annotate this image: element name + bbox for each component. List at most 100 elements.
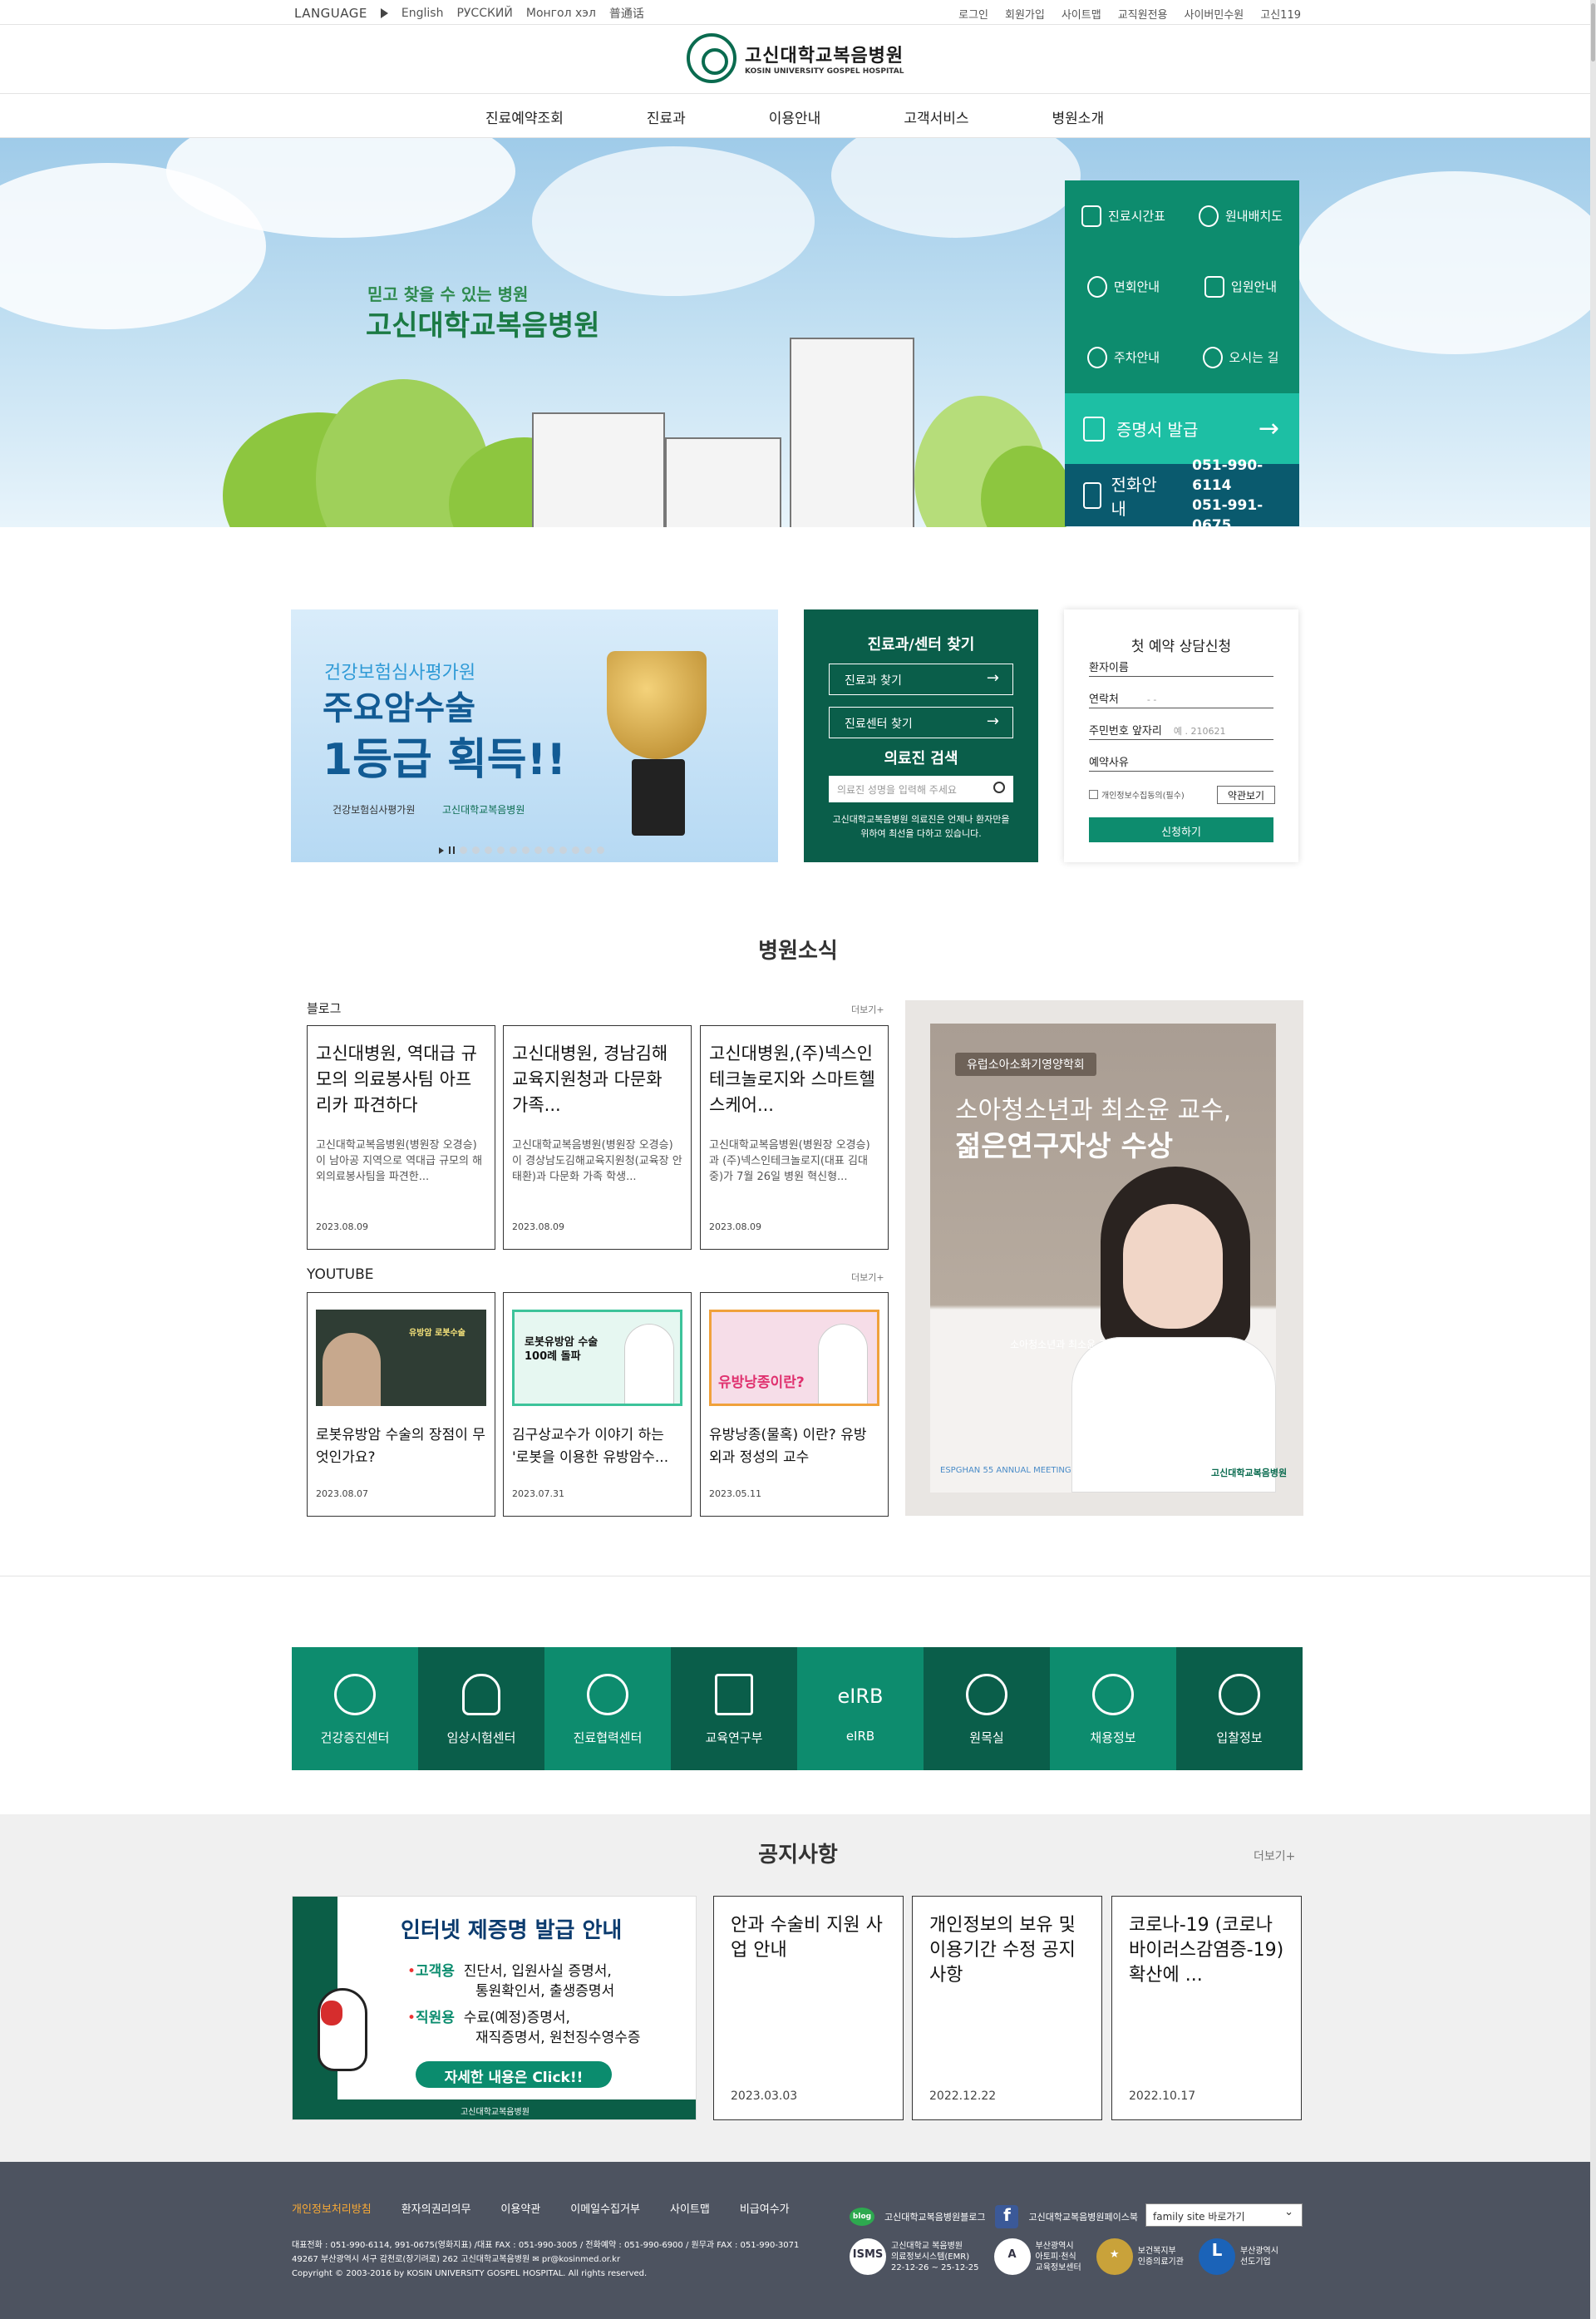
search-icon[interactable] (993, 782, 1005, 793)
blog-card[interactable]: 고신대병원, 역대급 규모의 의료봉사팀 아프리카 파견하다 고신대학교복음병원… (307, 1025, 495, 1250)
find-center-button[interactable]: 진료센터 찾기 → (829, 707, 1013, 738)
carousel-dot[interactable] (572, 846, 579, 854)
youtube-more-link[interactable]: 더보기+ (851, 1271, 884, 1284)
notice-card[interactable]: 코로나-19 (코로나바이러스감염증-19) 확산에 ... 2022.10.1… (1111, 1896, 1302, 2120)
featured-line1: 소아청소년과 최소윤 교수, (955, 1096, 1232, 1125)
quick-menu-label: 입찰정보 (1216, 1730, 1263, 1745)
privacy-policy-link[interactable]: 개인정보처리방침 (292, 2200, 372, 2216)
blog-card-title: 고신대병원, 역대급 규모의 의료봉사팀 아프리카 파견하다 (316, 1044, 477, 1115)
quick-schedule[interactable]: 진료시간표 (1065, 180, 1182, 251)
pause-icon[interactable] (449, 846, 455, 854)
certificate-button[interactable]: 증명서 발급 → (1065, 393, 1299, 464)
carousel-dot[interactable] (584, 846, 592, 854)
family-site-select[interactable]: family site 바로가기 ⌄ (1145, 2203, 1303, 2227)
youtube-card[interactable]: 유방암 로봇수술 로봇유방암 수술의 장점이 무엇인가요? 2023.08.07 (307, 1292, 495, 1517)
mouse-icon (321, 2001, 342, 2025)
carousel-dot[interactable] (510, 846, 517, 854)
nav-reservation[interactable]: 진료예약조회 (485, 106, 564, 127)
lang-english[interactable]: English (401, 7, 444, 20)
hospital-logo[interactable]: 고신대학교복음병원 KOSIN UNIVERSITY GOSPEL HOSPIT… (687, 33, 904, 83)
find-department-button[interactable]: 진료과 찾기 → (829, 664, 1013, 695)
carousel-dot[interactable] (460, 846, 467, 854)
scrollbar-thumb[interactable] (1591, 3, 1595, 62)
view-terms-button[interactable]: 약관보기 (1217, 786, 1275, 804)
apply-button[interactable]: 신청하기 (1089, 817, 1273, 842)
notice-card-date: 2022.10.17 (1129, 2090, 1196, 2103)
contact-field[interactable]: 연락처 - - (1089, 687, 1273, 708)
banner-line3: 1등급 획득!! (323, 735, 567, 785)
quick-parking[interactable]: 주차안내 (1065, 322, 1182, 392)
quick-menu-eirb[interactable]: eIRB eIRB (797, 1647, 924, 1770)
quick-menu-chaplain[interactable]: 원목실 (924, 1647, 1050, 1770)
non-covered-fees-link[interactable]: 비급여수가 (740, 2200, 790, 2216)
terms-link[interactable]: 이용약관 (500, 2200, 540, 2216)
quick-visit[interactable]: 면회안내 (1065, 251, 1182, 322)
find-department-label: 진료과 찾기 (845, 674, 902, 688)
staff-link[interactable]: 교직원전용 (1118, 6, 1168, 22)
nav-about[interactable]: 병원소개 (1052, 106, 1105, 127)
nav-guide[interactable]: 이용안내 (769, 106, 821, 127)
email-refusal-link[interactable]: 이메일수집거부 (570, 2200, 640, 2216)
nav-departments[interactable]: 진료과 (647, 106, 686, 127)
cyber-complaint-link[interactable]: 사이버민수원 (1185, 6, 1244, 22)
youtube-card[interactable]: 로봇유방암 수술 100례 돌파 김구상교수가 이야기 하는 '로봇을 이용한 … (503, 1292, 692, 1517)
carousel-dot[interactable] (547, 846, 554, 854)
eirb-icon: eIRB (837, 1685, 884, 1708)
scrollbar[interactable] (1590, 0, 1596, 2319)
patient-name-field[interactable]: 환자이름 (1089, 655, 1273, 677)
blog-more-link[interactable]: 더보기+ (851, 1003, 884, 1016)
blog-card[interactable]: 고신대병원, 경남김해교육지원청과 다문화 가족... 고신대학교복음병원(병원… (503, 1025, 692, 1250)
lang-mongolian[interactable]: Монгол хэл (526, 7, 596, 20)
doctor-search-input[interactable]: 의료진 성명을 입력해 주세요 (829, 776, 1013, 802)
footer-sitemap-link[interactable]: 사이트맵 (670, 2200, 710, 2216)
quick-admission[interactable]: 입원안내 (1182, 251, 1299, 322)
nav-customer-service[interactable]: 고객서비스 (904, 106, 968, 127)
facebook-link[interactable]: 고신대학교복음병원페이스북 (1028, 2210, 1138, 2223)
carousel-dot[interactable] (559, 846, 567, 854)
youtube-card[interactable]: 유방낭종이란? 유방낭종(물혹) 이란? 유방외과 정성의 교수 2023.05… (700, 1292, 889, 1517)
agree-checkbox[interactable] (1089, 790, 1098, 799)
contact-label: 연락처 (1089, 693, 1119, 706)
notice-card[interactable]: 개인정보의 보유 및 이용기간 수정 공지사항 2022.12.22 (912, 1896, 1102, 2120)
carousel-dot[interactable] (522, 846, 530, 854)
signup-link[interactable]: 회원가입 (1005, 6, 1045, 22)
sitemap-link[interactable]: 사이트맵 (1062, 6, 1101, 22)
quick-menu-recruit[interactable]: 채용정보 (1050, 1647, 1176, 1770)
blog-icon[interactable]: blog (850, 2208, 874, 2226)
quick-directions[interactable]: 오시는 길 (1182, 322, 1299, 392)
carousel-dot[interactable] (472, 846, 480, 854)
phone-info: 전화안내 051-990-6114 051-991-0675 (1065, 457, 1299, 528)
play-icon[interactable] (439, 846, 444, 854)
login-link[interactable]: 로그인 (958, 6, 988, 22)
quick-menu-label: 건강증진센터 (320, 1730, 390, 1745)
carousel-dot[interactable] (497, 846, 505, 854)
certificate-notice-banner[interactable]: 인터넷 제증명 발급 안내 •고객용 진단서, 입원사실 증명서, 통원확인서,… (292, 1896, 697, 2120)
carousel-dot[interactable] (597, 846, 604, 854)
quick-menu-cooperation[interactable]: 진료협력센터 (544, 1647, 671, 1770)
lang-chinese[interactable]: 普通话 (609, 5, 644, 22)
lang-russian[interactable]: РУССКИЙ (456, 7, 512, 20)
phone-number-2: 051-991-0675 (1192, 496, 1264, 528)
reason-field[interactable]: 예약사유 (1089, 750, 1273, 772)
reason-label: 예약사유 (1089, 757, 1129, 769)
carousel-dot[interactable] (485, 846, 492, 854)
birth-field[interactable]: 주민번호 앞자리 예 . 210621 (1089, 718, 1273, 740)
notice-card[interactable]: 안과 수술비 지원 사업 안내 2023.03.03 (713, 1896, 904, 2120)
kosin119-link[interactable]: 고신119 (1260, 6, 1301, 22)
carousel-dot[interactable] (534, 846, 542, 854)
blog-card[interactable]: 고신대병원,(주)넥스인테크놀로지와 스마트헬스케어... 고신대학교복음병원(… (700, 1025, 889, 1250)
video-date: 2023.08.07 (316, 1488, 368, 1499)
click-details-button[interactable]: 자세한 내용은 Click!! (416, 2061, 612, 2088)
quick-floor-map[interactable]: 원내배치도 (1182, 180, 1299, 251)
featured-news[interactable]: 유럽소아소화기영양학회 소아청소년과 최소윤 교수, 젊은연구자상 수상 소아청… (905, 1000, 1303, 1516)
facebook-icon[interactable]: f (995, 2205, 1019, 2228)
quick-menu-health-center[interactable]: 건강증진센터 (292, 1647, 418, 1770)
quick-menu-clinical-trial[interactable]: 임상시험센터 (418, 1647, 544, 1770)
quick-menu-bid[interactable]: 입찰정보 (1176, 1647, 1303, 1770)
blog-link[interactable]: 고신대학교복음병원블로그 (884, 2210, 985, 2223)
privacy-agree[interactable]: 개인정보수집동의(필수) (1089, 788, 1185, 801)
notice-more-link[interactable]: 더보기+ (1254, 1848, 1295, 1864)
promo-banner[interactable]: 건강보험심사평가원 주요암수술 1등급 획득!! 건강보험심사평가원 고신대학교… (291, 609, 778, 862)
quick-menu-education[interactable]: 교육연구부 (671, 1647, 797, 1770)
patient-rights-link[interactable]: 환자의권리의무 (401, 2200, 471, 2216)
